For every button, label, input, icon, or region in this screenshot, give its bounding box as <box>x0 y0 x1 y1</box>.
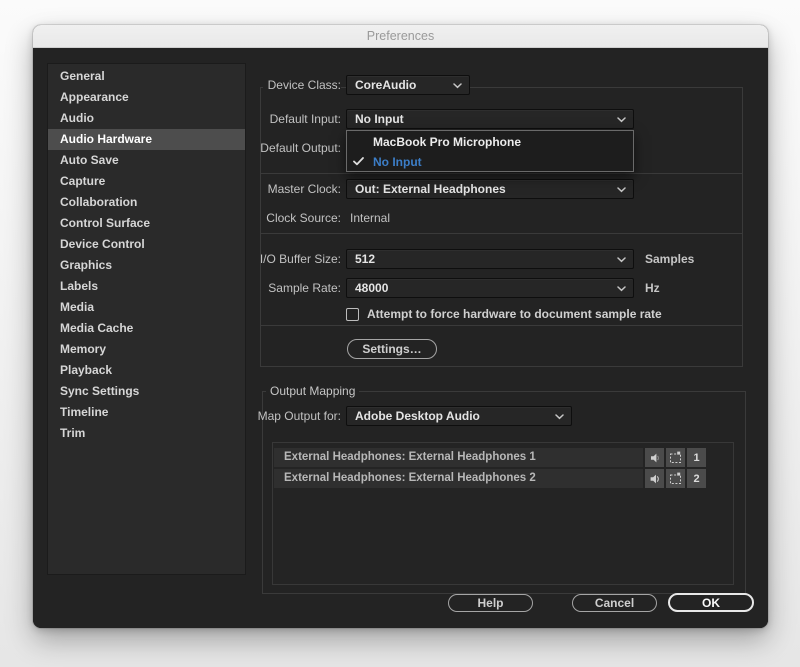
help-button[interactable]: Help <box>448 594 533 612</box>
sidebar-item-media-cache[interactable]: Media Cache <box>48 318 245 339</box>
preferences-sidebar: General Appearance Audio Audio Hardware … <box>47 63 246 575</box>
default-output-label: Default Output: <box>173 141 341 155</box>
menu-item-label: MacBook Pro Microphone <box>373 135 521 149</box>
output-channel-row: External Headphones: External Headphones… <box>274 448 706 467</box>
output-mapping-title: Output Mapping <box>266 385 359 398</box>
chevron-down-icon <box>617 257 626 263</box>
io-buffer-size-value: 512 <box>355 252 375 266</box>
master-clock-value: Out: External Headphones <box>355 182 506 196</box>
settings-button[interactable]: Settings… <box>347 339 437 359</box>
sidebar-item-memory[interactable]: Memory <box>48 339 245 360</box>
chevron-down-icon <box>453 83 462 89</box>
divider <box>261 233 742 234</box>
device-class-value: CoreAudio <box>355 78 416 92</box>
sidebar-item-trim[interactable]: Trim <box>48 423 245 444</box>
divider <box>261 325 742 326</box>
channel-map-button[interactable] <box>666 469 685 488</box>
dialog-body: General Appearance Audio Audio Hardware … <box>33 49 768 628</box>
io-buffer-size-label: I/O Buffer Size: <box>173 252 341 266</box>
clock-source-value: Internal <box>350 211 390 225</box>
right-channel-speaker-button[interactable] <box>645 469 664 488</box>
sample-rate-unit: Hz <box>645 281 660 295</box>
marquee-map-icon <box>669 472 682 485</box>
divider <box>261 173 742 174</box>
sidebar-item-sync-settings[interactable]: Sync Settings <box>48 381 245 402</box>
sample-rate-dropdown[interactable]: 48000 <box>346 278 634 298</box>
default-input-label: Default Input: <box>173 112 341 126</box>
map-output-for-value: Adobe Desktop Audio <box>355 409 480 423</box>
chevron-down-icon <box>617 117 626 123</box>
default-input-value: No Input <box>355 112 404 126</box>
sidebar-item-media[interactable]: Media <box>48 297 245 318</box>
marquee-map-icon <box>669 451 682 464</box>
sidebar-item-playback[interactable]: Playback <box>48 360 245 381</box>
output-channel-row: External Headphones: External Headphones… <box>274 469 706 488</box>
left-channel-speaker-icon <box>649 452 661 464</box>
channel-number-badge[interactable]: 2 <box>687 469 706 488</box>
device-class-dropdown[interactable]: CoreAudio <box>346 75 470 95</box>
chevron-down-icon <box>617 187 626 193</box>
cancel-button[interactable]: Cancel <box>572 594 657 612</box>
menu-item-no-input[interactable]: No Input <box>347 152 633 172</box>
check-icon <box>353 157 364 166</box>
window-title: Preferences <box>367 29 434 43</box>
map-output-for-label: Map Output for: <box>173 409 341 423</box>
force-sample-rate-label: Attempt to force hardware to document sa… <box>367 308 662 321</box>
window-titlebar[interactable]: Preferences <box>33 25 768 48</box>
map-output-for-dropdown[interactable]: Adobe Desktop Audio <box>346 406 572 426</box>
output-channel-label: External Headphones: External Headphones… <box>274 448 643 467</box>
right-channel-speaker-icon <box>649 473 661 485</box>
default-input-menu: MacBook Pro Microphone No Input <box>346 130 634 172</box>
ok-button[interactable]: OK <box>668 593 754 612</box>
screen: Preferences General Appearance Audio Aud… <box>0 0 800 667</box>
menu-item-macbook-pro-microphone[interactable]: MacBook Pro Microphone <box>347 132 633 152</box>
sidebar-item-appearance[interactable]: Appearance <box>48 87 245 108</box>
io-buffer-size-dropdown[interactable]: 512 <box>346 249 634 269</box>
chevron-down-icon <box>617 286 626 292</box>
sample-rate-label: Sample Rate: <box>173 281 341 295</box>
menu-item-label: No Input <box>373 155 422 169</box>
left-channel-speaker-button[interactable] <box>645 448 664 467</box>
force-sample-rate-checkbox[interactable] <box>346 308 359 321</box>
clock-source-label: Clock Source: <box>173 211 341 225</box>
channel-number-badge[interactable]: 1 <box>687 448 706 467</box>
output-channel-label: External Headphones: External Headphones… <box>274 469 643 488</box>
chevron-down-icon <box>555 414 564 420</box>
default-input-dropdown[interactable]: No Input <box>346 109 634 129</box>
channel-map-button[interactable] <box>666 448 685 467</box>
io-buffer-unit: Samples <box>645 252 694 266</box>
master-clock-dropdown[interactable]: Out: External Headphones <box>346 179 634 199</box>
device-class-label: Device Class: <box>263 78 341 92</box>
preferences-window: Preferences General Appearance Audio Aud… <box>33 25 768 628</box>
sidebar-item-general[interactable]: General <box>48 66 245 87</box>
sample-rate-value: 48000 <box>355 281 388 295</box>
master-clock-label: Master Clock: <box>173 182 341 196</box>
